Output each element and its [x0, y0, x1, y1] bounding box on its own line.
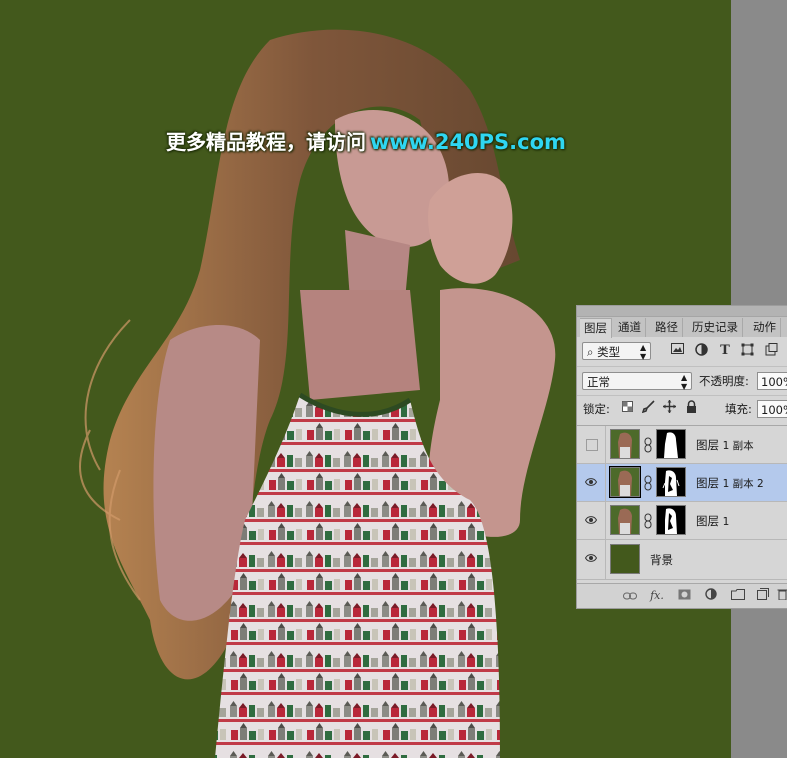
updown-arrows-icon: ▲ ▼	[681, 373, 688, 391]
filter-kind-label: 类型	[597, 345, 621, 359]
visibility-off-box	[586, 439, 598, 451]
fx-icon[interactable]: fx.	[649, 588, 665, 604]
layer-name[interactable]: 图层 1 副本	[696, 437, 754, 453]
panel-drag-bar[interactable]	[577, 306, 787, 317]
layer-thumbnail[interactable]	[610, 544, 640, 574]
shape-filter-icon[interactable]	[739, 343, 755, 359]
layer-mask-thumbnail[interactable]	[656, 429, 686, 459]
lock-label: 锁定:	[583, 402, 610, 416]
panel-tabs: 图层 通道 路径 历史记录 动作	[577, 306, 787, 338]
add-mask-icon[interactable]	[676, 588, 692, 604]
tab-history[interactable]: 历史记录	[688, 318, 743, 337]
layer-row-background[interactable]: 背景	[577, 540, 787, 580]
watermark: 更多精品教程，请访问 www.240PS.com	[166, 126, 566, 155]
adjustment-icon[interactable]	[703, 588, 719, 604]
layer-row-1[interactable]: 图层 1	[577, 502, 787, 540]
blend-mode-value: 正常	[587, 375, 610, 389]
lock-all-icon[interactable]	[684, 400, 698, 416]
lock-transparent-pixels-icon[interactable]	[620, 400, 634, 416]
layer-thumbnail[interactable]	[609, 466, 641, 498]
new-layer-icon[interactable]	[755, 588, 771, 604]
fill-label: 填充:	[725, 402, 752, 416]
panel-bottom-bar: fx.	[577, 583, 787, 608]
layer-name[interactable]: 背景	[650, 552, 673, 568]
fill-input[interactable]: 100%	[757, 400, 787, 418]
group-folder-icon[interactable]	[730, 588, 746, 604]
layer-list: 图层 1 副本 图层 1 副本 2 图层 1 背景	[577, 425, 787, 582]
updown-arrows-icon: ▲ ▼	[640, 343, 647, 361]
mask-link-icon[interactable]	[643, 513, 653, 529]
filter-row: ⌕ 类型 ▲ ▼ T	[577, 338, 787, 364]
tab-layers[interactable]: 图层	[580, 318, 612, 338]
lock-position-icon[interactable]	[662, 400, 676, 416]
type-filter-icon[interactable]: T	[717, 343, 733, 359]
mask-link-icon[interactable]	[643, 475, 653, 491]
smart-object-filter-icon[interactable]	[763, 343, 779, 359]
visibility-toggle[interactable]	[577, 464, 606, 501]
opacity-label: 不透明度:	[699, 374, 749, 388]
layer-thumbnail[interactable]	[610, 429, 640, 459]
lock-row: 锁定: 填充: 100%	[577, 395, 787, 422]
link-icon[interactable]	[622, 588, 638, 604]
watermark-url: www.240PS.com	[370, 130, 566, 154]
eye-icon	[585, 516, 597, 524]
blend-row: 正常 ▲▼ 不透明度: 100%	[577, 366, 787, 395]
layer-mask-thumbnail[interactable]	[656, 505, 686, 535]
eye-icon	[585, 478, 597, 486]
pixel-filter-icon[interactable]	[669, 343, 685, 359]
tab-actions[interactable]: 动作	[749, 318, 781, 337]
layer-name[interactable]: 图层 1 副本 2	[696, 475, 764, 491]
opacity-input[interactable]: 100%	[757, 372, 787, 390]
mask-link-icon[interactable]	[643, 437, 653, 453]
adjustment-filter-icon[interactable]	[693, 343, 709, 359]
visibility-toggle[interactable]	[577, 502, 606, 539]
layer-name[interactable]: 图层 1	[696, 513, 729, 529]
visibility-toggle[interactable]	[577, 426, 606, 463]
filter-kind-select[interactable]: ⌕ 类型 ▲ ▼	[582, 342, 651, 361]
layer-thumbnail[interactable]	[610, 505, 640, 535]
blend-mode-select[interactable]: 正常 ▲ ▼	[582, 372, 692, 391]
tab-paths[interactable]: 路径	[651, 318, 683, 337]
tab-channels[interactable]: 通道	[614, 318, 646, 337]
layer-row-copy[interactable]: 图层 1 副本	[577, 426, 787, 464]
eye-icon	[585, 554, 597, 562]
layer-mask-thumbnail[interactable]	[656, 467, 686, 497]
watermark-text: 更多精品教程，请访问	[166, 130, 366, 154]
visibility-toggle[interactable]	[577, 540, 606, 579]
search-icon: ⌕	[587, 345, 594, 359]
lock-image-pixels-icon[interactable]	[641, 400, 655, 416]
layer-row-copy-2[interactable]: 图层 1 副本 2	[577, 464, 787, 502]
layers-panel: 图层 通道 路径 历史记录 动作 ⌕ 类型 ▲ ▼ T 正常 ▲ ▼ 不透明度: 1	[576, 305, 787, 609]
trash-icon[interactable]	[774, 588, 787, 604]
